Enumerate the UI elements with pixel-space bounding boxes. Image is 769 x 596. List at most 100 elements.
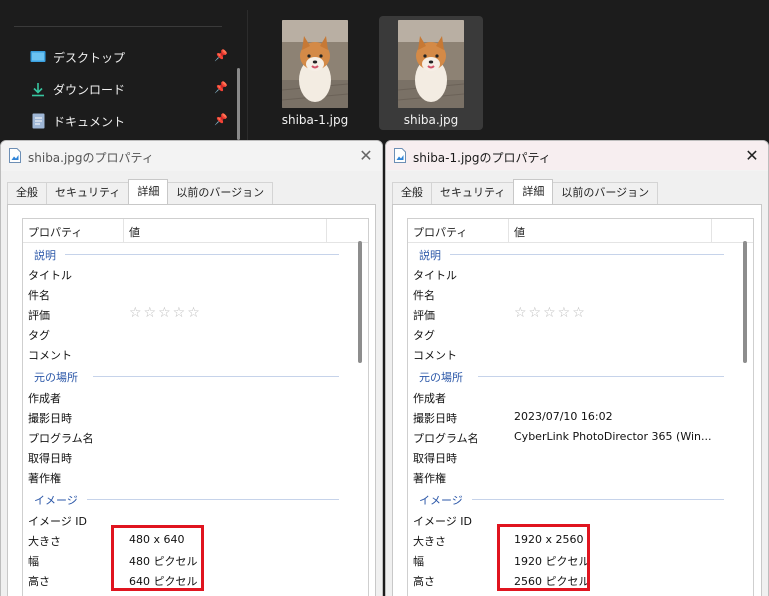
file-name: shiba-1.jpg (281, 113, 349, 127)
property-row-date-acquired[interactable]: 取得日時 (408, 447, 728, 467)
download-icon (30, 81, 46, 97)
property-name: 件名 (28, 289, 50, 302)
nav-item-downloads[interactable]: ダウンロード 📌 (30, 77, 234, 101)
file-name: shiba.jpg (403, 113, 459, 127)
property-row-title[interactable]: タイトル (23, 264, 343, 284)
file-item-shiba-1[interactable]: shiba-1.jpg (263, 16, 367, 130)
property-value: CyberLink PhotoDirector 365 (Win... (514, 430, 712, 443)
property-row-copyright[interactable]: 著作権 (23, 467, 343, 487)
nav-item-label: ドキュメント (53, 114, 126, 129)
group-label: イメージ (34, 494, 78, 507)
property-name: 作成者 (28, 392, 61, 405)
star-rating[interactable]: ☆☆☆☆☆ (514, 305, 587, 321)
pin-icon[interactable]: 📌 (214, 49, 228, 63)
property-name: コメント (413, 349, 457, 362)
file-explorer: デスクトップ 📌 ダウンロード 📌 ドキュメント 📌 shiba-1.jpg s… (0, 0, 769, 140)
tab-general[interactable]: 全般 (392, 182, 432, 204)
pane-divider (247, 10, 248, 140)
group-label: 元の場所 (34, 371, 78, 384)
property-row-date-acquired[interactable]: 取得日時 (23, 447, 343, 467)
column-header-value[interactable]: 値 (129, 224, 140, 240)
property-name: 取得日時 (28, 452, 72, 465)
group-divider (87, 499, 339, 500)
group-label: 説明 (34, 249, 56, 262)
group-description: 説明 (23, 244, 343, 264)
column-separator[interactable] (711, 219, 712, 243)
file-item-shiba[interactable]: shiba.jpg (379, 16, 483, 130)
tab-general[interactable]: 全般 (7, 182, 47, 204)
tab-security[interactable]: セキュリティ (431, 182, 515, 204)
column-header-property[interactable]: プロパティ (413, 224, 467, 240)
group-divider (93, 376, 339, 377)
group-origin: 元の場所 (408, 366, 728, 386)
image-file-icon (9, 148, 21, 163)
tab-security[interactable]: セキュリティ (46, 182, 130, 204)
group-image: イメージ (23, 489, 343, 509)
group-label: 元の場所 (419, 371, 463, 384)
property-name: 著作権 (413, 472, 446, 485)
column-separator[interactable] (326, 219, 327, 243)
property-row-date-taken[interactable]: 撮影日時 (23, 407, 343, 427)
property-name: タグ (413, 329, 435, 342)
property-row-rating[interactable]: 評価 ☆☆☆☆☆ (23, 304, 343, 324)
group-divider (472, 499, 724, 500)
property-name: 撮影日時 (28, 412, 72, 425)
property-row-program[interactable]: プログラム名 CyberLink PhotoDirector 365 (Win.… (408, 427, 728, 447)
image-file-icon (394, 148, 406, 163)
property-row-tags[interactable]: タグ (408, 324, 728, 344)
star-rating[interactable]: ☆☆☆☆☆ (129, 305, 202, 321)
group-divider (65, 254, 339, 255)
property-name: コメント (28, 349, 72, 362)
dialog-titlebar[interactable]: shiba-1.jpgのプロパティ ✕ (386, 141, 768, 171)
scrollbar-thumb[interactable] (743, 241, 747, 363)
property-name: 評価 (28, 309, 50, 322)
property-row-comments[interactable]: コメント (23, 344, 343, 364)
property-row-authors[interactable]: 作成者 (408, 387, 728, 407)
property-name: 幅 (413, 555, 424, 568)
property-row-title[interactable]: タイトル (408, 264, 728, 284)
column-separator[interactable] (508, 219, 509, 243)
property-row-tags[interactable]: タグ (23, 324, 343, 344)
property-name: 高さ (413, 575, 435, 588)
tab-details[interactable]: 詳細 (128, 179, 169, 204)
property-name: 幅 (28, 555, 39, 568)
property-name: イメージ ID (413, 515, 472, 528)
dialog-titlebar[interactable]: shiba.jpgのプロパティ ✕ (1, 141, 382, 171)
close-icon[interactable]: ✕ (740, 144, 764, 168)
dialog-title: shiba-1.jpgのプロパティ (413, 151, 551, 165)
nav-scrollbar[interactable] (237, 68, 240, 140)
nav-item-documents[interactable]: ドキュメント 📌 (30, 109, 234, 133)
property-row-date-taken[interactable]: 撮影日時 2023/07/10 16:02 (408, 407, 728, 427)
property-row-authors[interactable]: 作成者 (23, 387, 343, 407)
nav-item-desktop[interactable]: デスクトップ 📌 (30, 45, 234, 69)
column-header-value[interactable]: 値 (514, 224, 525, 240)
property-row-program[interactable]: プログラム名 (23, 427, 343, 447)
property-name: 取得日時 (413, 452, 457, 465)
group-origin: 元の場所 (23, 366, 343, 386)
tab-previous-versions[interactable]: 以前のバージョン (552, 182, 659, 204)
property-name: プログラム名 (413, 432, 479, 445)
property-name: 著作権 (28, 472, 61, 485)
property-row-rating[interactable]: 評価 ☆☆☆☆☆ (408, 304, 728, 324)
property-name: 大きさ (28, 535, 61, 548)
tab-previous-versions[interactable]: 以前のバージョン (167, 182, 274, 204)
property-name: 件名 (413, 289, 435, 302)
pin-icon[interactable]: 📌 (214, 81, 228, 95)
column-header-property[interactable]: プロパティ (28, 224, 82, 240)
desktop-icon (30, 49, 46, 65)
property-row-subject[interactable]: 件名 (23, 284, 343, 304)
highlight-box-left (111, 525, 204, 591)
tab-details[interactable]: 詳細 (513, 179, 554, 204)
property-name: 撮影日時 (413, 412, 457, 425)
property-row-copyright[interactable]: 著作権 (408, 467, 728, 487)
property-row-subject[interactable]: 件名 (408, 284, 728, 304)
column-separator[interactable] (123, 219, 124, 243)
scrollbar-thumb[interactable] (358, 241, 362, 363)
tab-strip: 全般 セキュリティ 詳細 以前のバージョン (392, 179, 659, 204)
property-name: 評価 (413, 309, 435, 322)
close-icon[interactable]: ✕ (354, 144, 378, 168)
group-image: イメージ (408, 489, 728, 509)
pin-icon[interactable]: 📌 (214, 113, 228, 127)
group-divider (450, 254, 724, 255)
property-row-comments[interactable]: コメント (408, 344, 728, 364)
